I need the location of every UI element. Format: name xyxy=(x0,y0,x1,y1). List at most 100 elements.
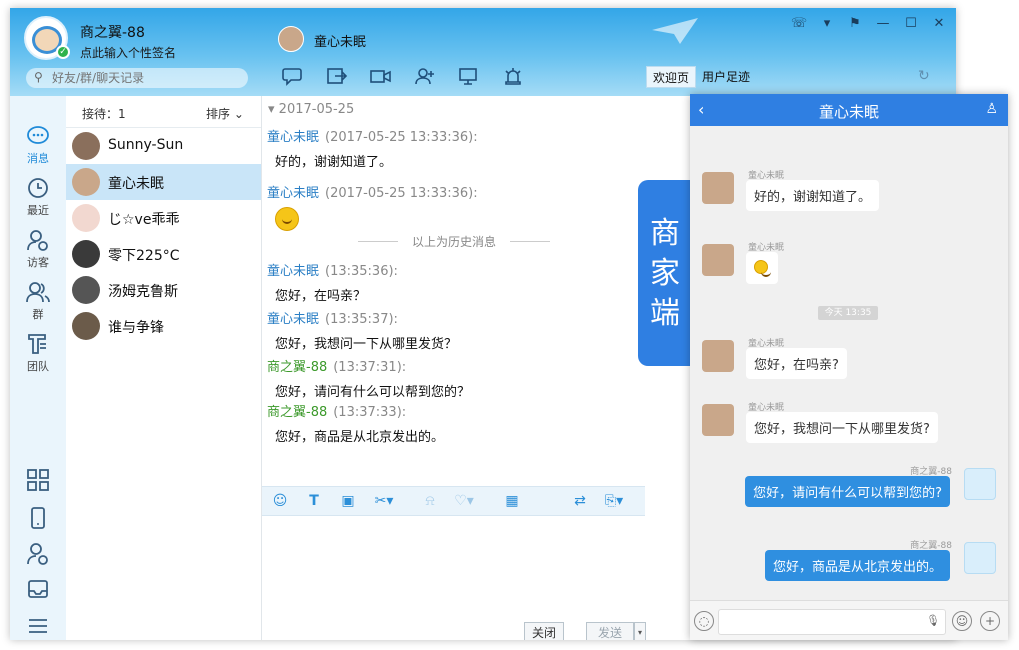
tab-welcome[interactable]: 欢迎页 xyxy=(646,66,697,88)
nav-item-visitors[interactable]: 访客 xyxy=(10,228,66,270)
minimize-icon[interactable]: — xyxy=(874,14,892,32)
search-box[interactable]: ⚲ xyxy=(26,68,248,88)
chat-bubble-icon[interactable] xyxy=(278,65,308,87)
message-icon xyxy=(27,126,49,144)
message-time: (13:37:31): xyxy=(333,360,407,375)
mic-icon[interactable]: 🎙 xyxy=(926,614,940,627)
window-controls: ☏ ▾ ⚑ — ☐ ✕ xyxy=(790,14,948,32)
avatar xyxy=(702,404,734,436)
contact-item-name: じ☆ve乖乖 xyxy=(108,212,180,228)
group-icon xyxy=(26,282,50,303)
pin-icon[interactable]: ⚑ xyxy=(846,14,864,32)
heart-icon[interactable]: ♡▾ xyxy=(454,493,474,511)
mobile-title: 童心未眠 xyxy=(818,103,879,121)
phone-icon[interactable]: ☏ xyxy=(790,14,808,32)
mobile-message: 您好，商品是从北京发出的。 xyxy=(764,550,950,581)
alarm-icon[interactable] xyxy=(498,65,528,87)
message-sender: 童心未眠 xyxy=(267,130,320,145)
contact-item-name: 童心未眠 xyxy=(108,176,164,192)
avatar xyxy=(702,340,734,372)
chat-message: 童心未眠 (13:35:37): 您好，我想问一下从哪里发货？ xyxy=(267,308,457,352)
mobile-text-field[interactable] xyxy=(718,609,946,635)
table-icon[interactable]: ▦ xyxy=(502,493,522,511)
message-body: 您好，商品是从北京发出的。 xyxy=(275,430,445,445)
apps-grid-icon[interactable] xyxy=(26,468,50,492)
nav-item-team[interactable]: 团队 xyxy=(10,332,66,374)
message-sender: 童心未眠 xyxy=(267,186,320,201)
avatar xyxy=(72,276,100,304)
nav-item-messages[interactable]: 消息 xyxy=(10,124,66,166)
message-body: 您好，请问有什么可以帮到您的？ xyxy=(275,385,471,400)
mobile-message xyxy=(746,252,778,284)
nav-item-groups[interactable]: 群 xyxy=(10,280,66,322)
image-icon[interactable]: ▣ xyxy=(338,493,358,511)
nav-item-recent[interactable]: 最近 xyxy=(10,176,66,218)
contact-item[interactable]: 汤姆克鲁斯 xyxy=(66,272,261,308)
sort-label: 排序 xyxy=(206,107,231,121)
avatar xyxy=(702,244,734,276)
transfer-chat-icon[interactable]: ⇄ xyxy=(570,493,590,511)
chat-date: ▾ 2017-05-25 xyxy=(268,102,355,117)
visitor-icon xyxy=(27,230,48,251)
send-options-icon[interactable]: ▾ xyxy=(634,622,646,640)
person-icon[interactable]: ♙ xyxy=(985,101,998,117)
maximize-icon[interactable]: ☐ xyxy=(902,14,920,32)
mobile-icon[interactable] xyxy=(26,506,50,530)
signature-input[interactable]: 点此输入个性签名 xyxy=(80,44,176,61)
message-body xyxy=(275,207,478,235)
message-time: (2017-05-25 13:33:36): xyxy=(325,186,478,201)
search-input[interactable] xyxy=(52,68,242,88)
chat-message: 童心未眠 (2017-05-25 13:33:36): xyxy=(267,182,478,235)
contact-avatar xyxy=(278,26,304,52)
avatar xyxy=(72,132,100,160)
chat-message: 童心未眠 (13:35:36): 您好，在吗亲？ xyxy=(267,260,398,304)
contact-item[interactable]: 谁与争锋 xyxy=(66,308,261,344)
emoji-button-icon[interactable]: ☺ xyxy=(952,611,972,631)
nav-label: 群 xyxy=(32,308,44,321)
contact-item-name: 零下225°C xyxy=(108,248,180,264)
contact-item[interactable]: Sunny-Sun xyxy=(66,128,261,164)
contact-item[interactable]: じ☆ve乖乖 xyxy=(66,200,261,236)
merchant-label-text: 商家端 xyxy=(650,216,680,331)
message-body: 您好，在吗亲？ xyxy=(275,289,367,304)
user-settings-icon[interactable] xyxy=(26,542,50,566)
scissors-icon[interactable]: ✂▾ xyxy=(374,493,394,511)
close-icon[interactable]: ✕ xyxy=(930,14,948,32)
video-icon[interactable] xyxy=(366,65,396,87)
chevron-down-icon[interactable]: ▾ xyxy=(818,14,836,32)
chat-message: 童心未眠 (2017-05-25 13:33:36): 好的，谢谢知道了。 xyxy=(267,126,478,170)
add-user-icon[interactable] xyxy=(410,65,440,87)
inbox-icon[interactable] xyxy=(26,578,50,602)
contact-item[interactable]: 童心未眠 xyxy=(66,164,261,200)
avatar xyxy=(72,312,100,340)
input-toolbar: ☺ T ▣ ✂▾ ⍾ ♡▾ ▦ ⇄ ⎘▾ xyxy=(262,486,645,516)
plus-icon[interactable]: + xyxy=(980,611,1000,631)
close-button[interactable]: 关闭 xyxy=(524,622,564,640)
bell-icon[interactable]: ⍾ xyxy=(420,493,440,511)
nav-label: 最近 xyxy=(27,204,49,217)
nav-label: 团队 xyxy=(27,360,49,373)
menu-icon[interactable] xyxy=(26,614,50,638)
user-name: 商之翼-88 xyxy=(80,25,145,41)
message-input[interactable] xyxy=(262,517,645,613)
nav-label: 消息 xyxy=(27,152,49,165)
font-icon[interactable]: T xyxy=(304,493,324,511)
mobile-message: 您好，在吗亲? xyxy=(746,348,847,379)
avatar xyxy=(964,542,996,574)
transfer-icon[interactable] xyxy=(322,65,352,87)
emoji-icon xyxy=(275,207,299,231)
sort-button[interactable]: 排序 ⌄ xyxy=(206,105,244,122)
time-separator: 今天 13:35 xyxy=(818,306,878,320)
tab-footprint[interactable]: 用户足迹 xyxy=(696,66,756,88)
chat-toolbar xyxy=(278,64,528,88)
contact-item[interactable]: 零下225°C xyxy=(66,236,261,272)
avatar xyxy=(964,468,996,500)
emoji-button-icon[interactable]: ☺ xyxy=(270,493,290,511)
history-icon[interactable]: ⎘▾ xyxy=(604,493,624,511)
send-button[interactable]: 发送 xyxy=(586,622,634,640)
screen-share-icon[interactable] xyxy=(454,65,484,87)
refresh-icon[interactable]: ↻ xyxy=(918,68,930,84)
clock-icon xyxy=(28,178,48,198)
chat-panel: ▾ 2017-05-25 童心未眠 (2017-05-25 13:33:36): … xyxy=(262,96,646,640)
voice-toggle-icon[interactable]: ◌ xyxy=(694,611,714,631)
